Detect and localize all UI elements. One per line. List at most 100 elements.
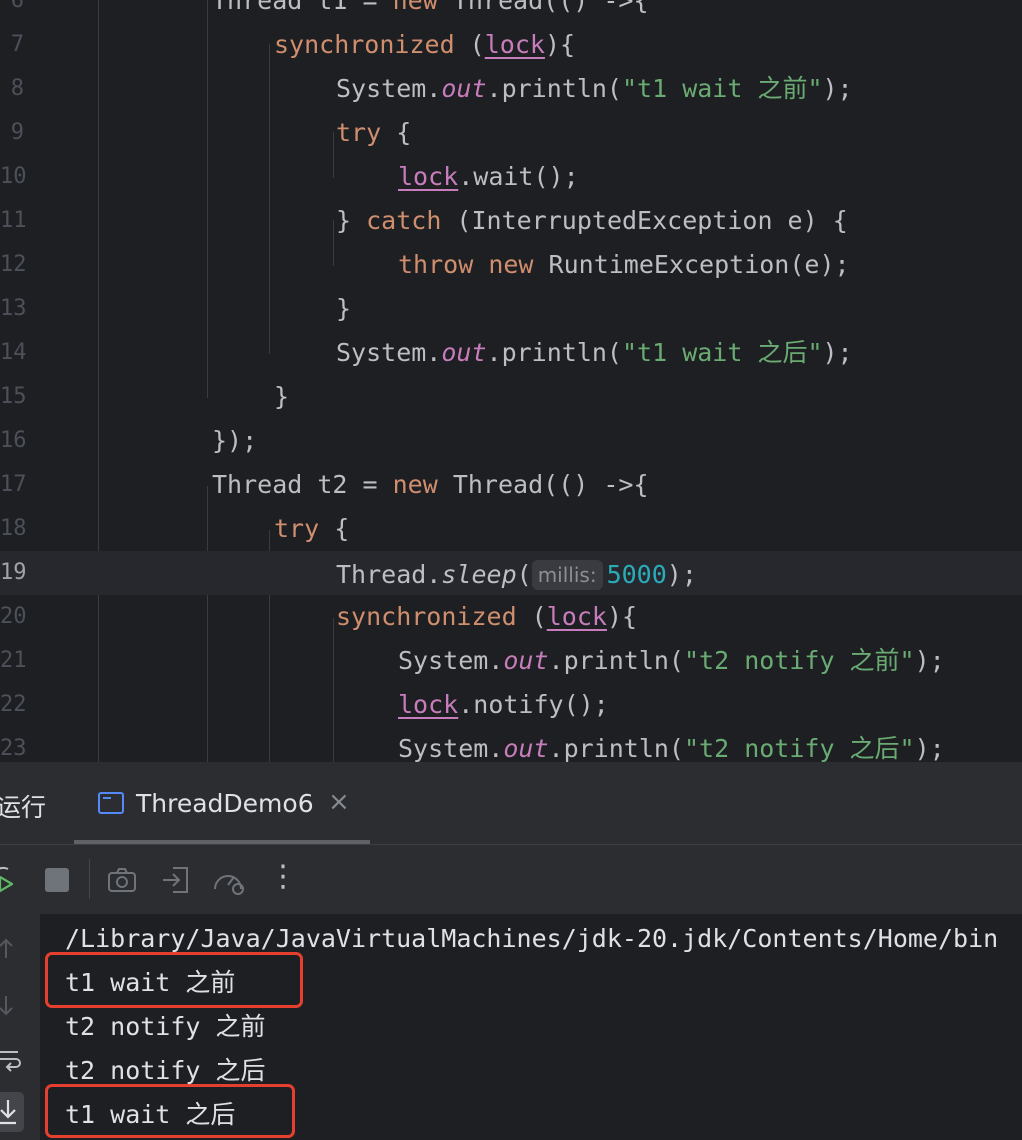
code-line[interactable]: 7 synchronized (lock){ bbox=[0, 23, 1022, 67]
code-line[interactable]: 21 System.out.println("t2 notify 之前"); bbox=[0, 639, 1022, 683]
code-line[interactable]: 15} bbox=[0, 375, 1022, 419]
code-token: .wait(); bbox=[458, 162, 579, 191]
code-token: Thread t1 = bbox=[212, 0, 393, 15]
code-token: Thread(() ->{ bbox=[437, 0, 649, 15]
code-token: .println( bbox=[486, 338, 622, 367]
code-token: ( bbox=[516, 560, 532, 589]
line-number: 17 bbox=[0, 472, 27, 497]
code-token: ); bbox=[822, 338, 853, 367]
tab-threaddemo6[interactable]: ThreadDemo6 × bbox=[74, 762, 370, 844]
more-icon[interactable]: ⋮ bbox=[268, 859, 298, 894]
stop-icon[interactable] bbox=[42, 865, 72, 895]
line-number: 19 bbox=[0, 560, 27, 585]
console-output-line: t2 notify 之后 bbox=[65, 1056, 266, 1085]
code-line[interactable]: 18 try { bbox=[0, 507, 1022, 551]
run-panel-title: 运行 bbox=[0, 793, 47, 822]
line-number: 11 bbox=[0, 208, 27, 233]
line-number: 10 bbox=[0, 164, 27, 189]
screenshot-icon[interactable] bbox=[107, 865, 137, 895]
code-token: ){ bbox=[544, 30, 576, 59]
code-token: } bbox=[336, 294, 352, 323]
code-token: Thread t2 = bbox=[212, 470, 393, 499]
code-token: RuntimeException(e); bbox=[533, 250, 850, 279]
scroll-to-end-button[interactable] bbox=[0, 1092, 24, 1132]
code-token: } bbox=[336, 206, 367, 235]
line-number: 16 bbox=[0, 428, 27, 453]
rerun-icon[interactable] bbox=[0, 865, 22, 895]
code-line[interactable]: 11} catch (InterruptedException e) { bbox=[0, 199, 1022, 243]
code-text: throw new RuntimeException(e); bbox=[398, 252, 850, 278]
code-token: .println( bbox=[548, 646, 684, 675]
exit-icon[interactable] bbox=[161, 865, 191, 895]
code-token: out bbox=[441, 74, 487, 103]
line-number: 9 bbox=[10, 120, 24, 145]
soft-wrap-icon[interactable] bbox=[0, 1048, 24, 1072]
code-token: ); bbox=[914, 734, 945, 762]
code-text: System.out.println("t2 notify 之前"); bbox=[398, 648, 945, 674]
code-token: System. bbox=[398, 734, 504, 762]
code-token: new bbox=[488, 250, 534, 279]
code-token: "t2 notify 之后" bbox=[683, 734, 915, 762]
code-text: lock.notify(); bbox=[398, 692, 609, 718]
code-line[interactable]: 20 synchronized (lock){ bbox=[0, 595, 1022, 639]
code-token: sleep bbox=[441, 560, 517, 589]
code-token: System. bbox=[336, 338, 442, 367]
code-editor[interactable]: 6 Thread t1 = new Thread(() ->{7 synchroni… bbox=[0, 0, 1022, 762]
code-line[interactable]: 14 System.out.println("t1 wait 之后"); bbox=[0, 331, 1022, 375]
code-token: .println( bbox=[486, 74, 622, 103]
code-token: "t2 notify 之前" bbox=[683, 646, 915, 675]
console-output-line: t2 notify 之前 bbox=[65, 1012, 266, 1041]
code-text: System.out.println("t2 notify 之后"); bbox=[398, 736, 945, 762]
line-number: 14 bbox=[0, 340, 27, 365]
parameter-hint: millis: bbox=[531, 560, 603, 590]
line-number: 15 bbox=[0, 384, 27, 409]
line-number: 22 bbox=[0, 692, 27, 717]
console-window-icon bbox=[98, 792, 124, 814]
code-line[interactable]: 22 lock.notify(); bbox=[0, 683, 1022, 727]
code-token: .println( bbox=[548, 734, 684, 762]
code-token: new bbox=[392, 0, 438, 15]
code-token: System. bbox=[398, 646, 504, 675]
code-token: lock bbox=[546, 602, 607, 631]
scroll-to-end-icon bbox=[0, 1100, 16, 1125]
profiler-icon[interactable] bbox=[211, 865, 245, 895]
run-tab-bar: 运行 ThreadDemo6 × bbox=[0, 762, 1022, 844]
down-arrow-icon[interactable] bbox=[0, 994, 24, 1018]
code-token: ); bbox=[914, 646, 945, 675]
code-line[interactable]: 10 lock.wait(); bbox=[0, 155, 1022, 199]
code-line[interactable]: 6 Thread t1 = new Thread(() ->{ bbox=[0, 0, 1022, 23]
highlight-box-first bbox=[45, 952, 303, 1008]
code-line[interactable]: 16}); bbox=[0, 419, 1022, 463]
code-line[interactable]: 12 throw new RuntimeException(e); bbox=[0, 243, 1022, 287]
code-line[interactable]: 13} bbox=[0, 287, 1022, 331]
highlight-box-last bbox=[45, 1084, 295, 1138]
code-token: { bbox=[319, 514, 350, 543]
code-token: ); bbox=[666, 560, 697, 589]
code-token: new bbox=[392, 470, 438, 499]
code-text: } bbox=[274, 384, 289, 410]
code-token: lock bbox=[398, 690, 459, 719]
code-text: } bbox=[336, 296, 351, 322]
code-text: System.out.println("t1 wait 之后"); bbox=[336, 340, 853, 366]
code-token: (InterruptedException e) { bbox=[441, 206, 848, 235]
code-token: Thread(() ->{ bbox=[437, 470, 649, 499]
code-token: try bbox=[336, 118, 382, 147]
line-number: 18 bbox=[0, 516, 27, 541]
code-line[interactable]: 9 try { bbox=[0, 111, 1022, 155]
close-icon[interactable]: × bbox=[328, 787, 350, 817]
code-token: }); bbox=[212, 426, 258, 455]
line-number: 23 bbox=[0, 736, 27, 761]
code-line[interactable]: 23 System.out.println("t2 notify 之后"); bbox=[0, 727, 1022, 762]
code-text: synchronized (lock){ bbox=[274, 32, 575, 58]
code-text: try { bbox=[274, 516, 349, 542]
console-side-toolbar bbox=[0, 914, 40, 1140]
up-arrow-icon[interactable] bbox=[0, 936, 24, 960]
code-text: System.out.println("t1 wait 之前"); bbox=[336, 76, 853, 102]
toolbar-separator bbox=[89, 859, 90, 899]
code-line[interactable]: 8 System.out.println("t1 wait 之前"); bbox=[0, 67, 1022, 111]
code-text: Thread t2 = new Thread(() ->{ bbox=[212, 472, 649, 498]
tab-label: ThreadDemo6 bbox=[136, 789, 314, 818]
code-line[interactable]: 19 Thread.sleep(millis: 5000); bbox=[0, 551, 1022, 595]
code-line[interactable]: 17 Thread t2 = new Thread(() ->{ bbox=[0, 463, 1022, 507]
